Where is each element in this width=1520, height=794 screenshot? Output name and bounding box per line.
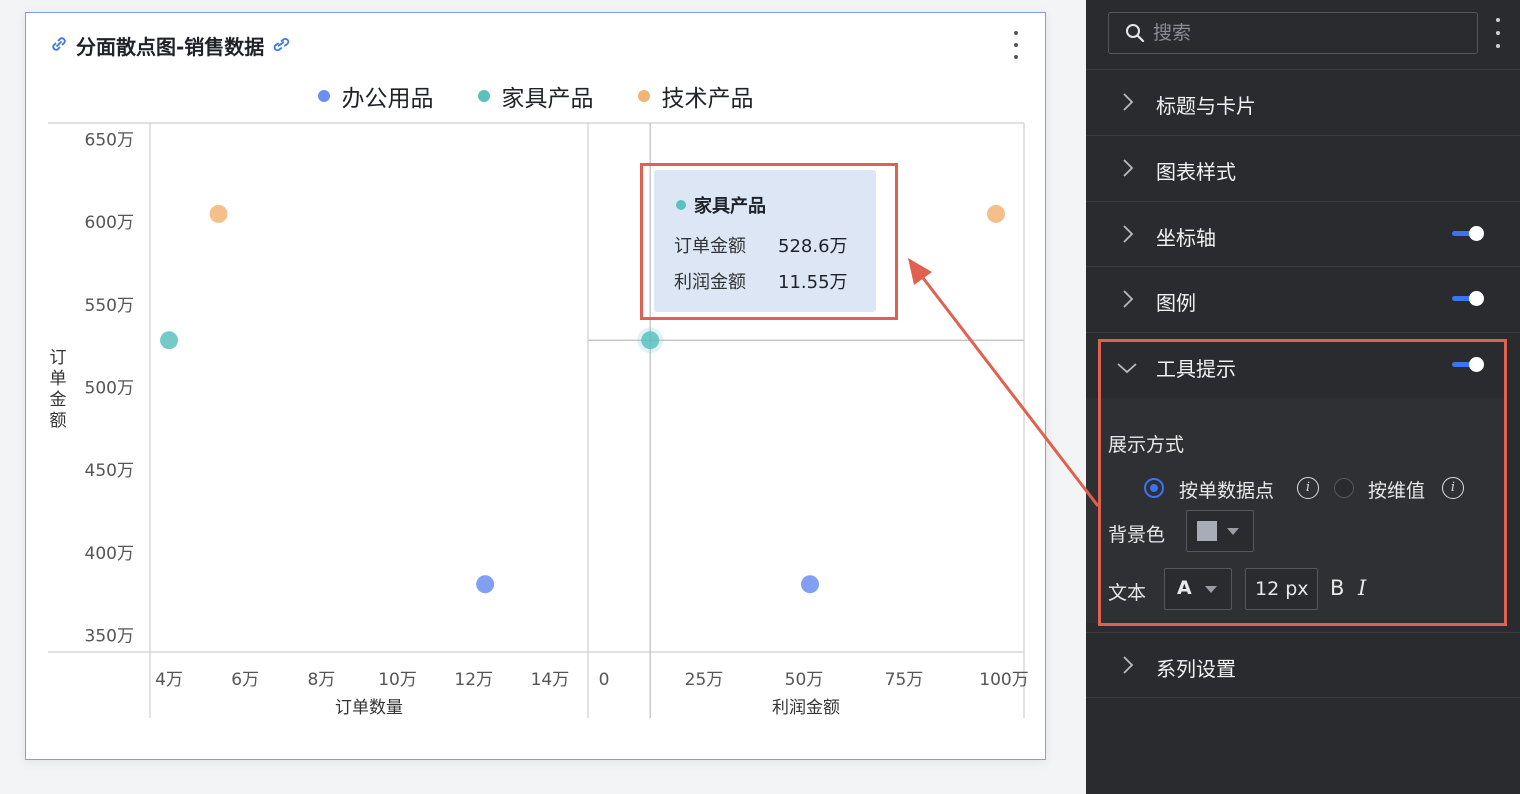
annotation-arrow	[908, 258, 1100, 507]
stage: 分面散点图-销售数据 办公用品 家具产品 技术产品 650万 600万 550万…	[0, 0, 1520, 794]
